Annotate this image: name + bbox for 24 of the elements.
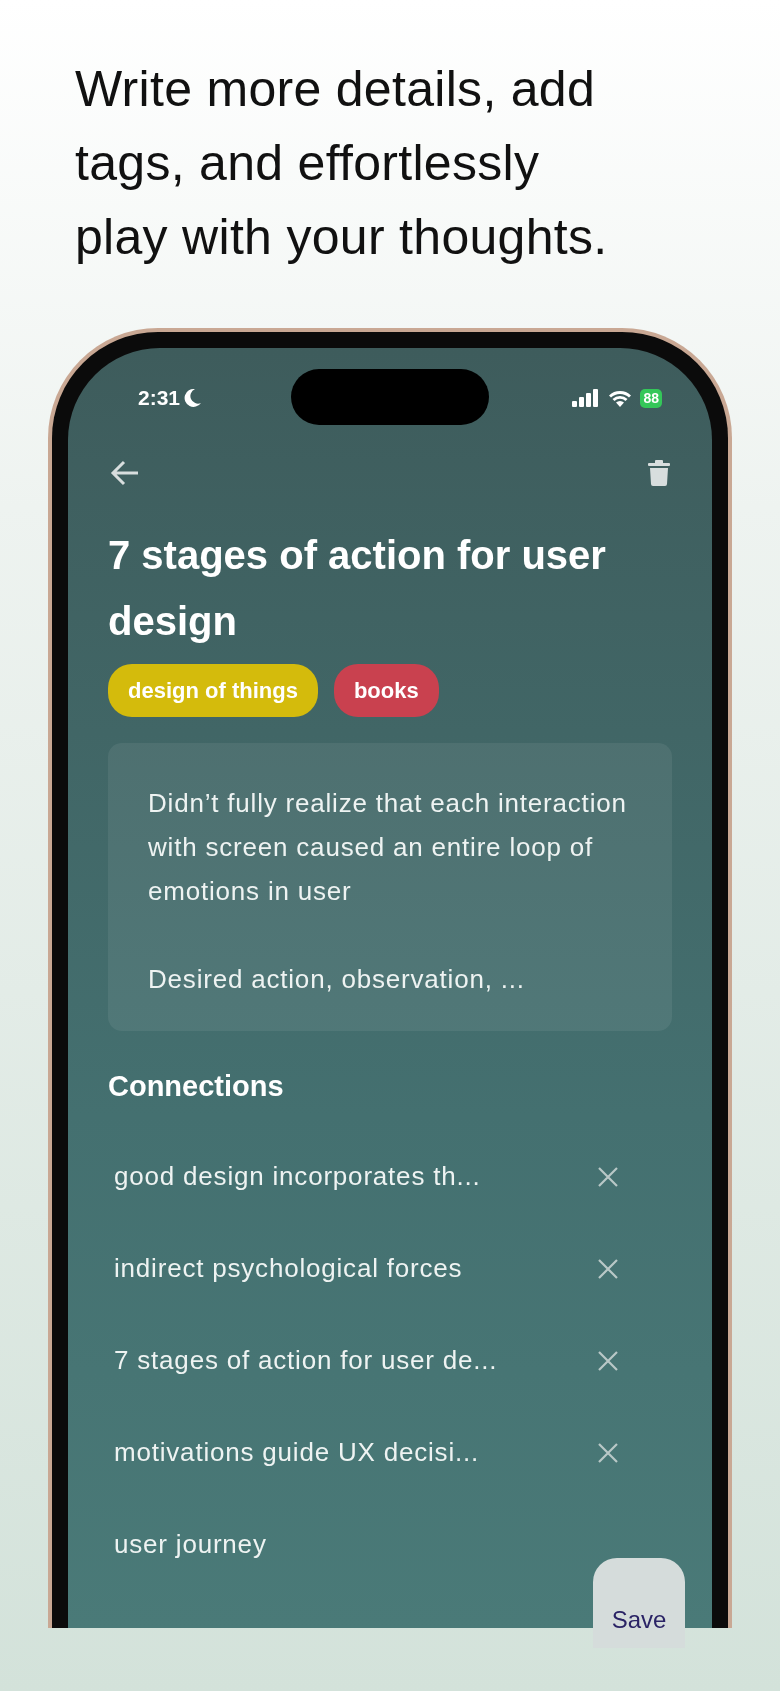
connection-link[interactable]: indirect psychological forces [114,1249,463,1288]
signal-icon [572,389,601,407]
tag-chip[interactable]: books [333,664,439,717]
trash-icon[interactable] [648,460,670,486]
note-title: 7 stages of action for user design [108,532,607,645]
close-icon[interactable] [598,1166,618,1187]
moon-icon [184,388,203,408]
clock-time: 2:31 [138,385,181,412]
connection-link[interactable]: user journey [114,1525,267,1564]
note-card[interactable]: Didn’t fully realize that each interaction with screen caused an entire loop of emotions in user Desired action, observation, ... [108,743,672,1031]
battery-level: 88 [640,388,662,408]
note-paragraph: Desired action, observation, ... [148,963,526,996]
connection-link[interactable]: motivations guide UX decisi... [114,1433,480,1472]
connection-link[interactable]: 7 stages of action for user de... [114,1341,498,1380]
save-button[interactable]: Save [593,1558,685,1648]
close-icon[interactable] [598,1258,618,1279]
connection-link[interactable]: good design incorporates th... [114,1157,481,1196]
close-icon[interactable] [598,1350,618,1371]
wifi-icon [608,389,633,407]
headline: Write more details, add tags, and effortlessly play with your thoughts. [74,60,609,267]
section-heading: Connections [108,1069,285,1104]
close-icon[interactable] [598,1442,618,1463]
note-paragraph: Didn’t fully realize that each interaction with screen caused an entire loop of emotions in user [148,787,628,908]
back-arrow-icon[interactable] [110,460,140,486]
